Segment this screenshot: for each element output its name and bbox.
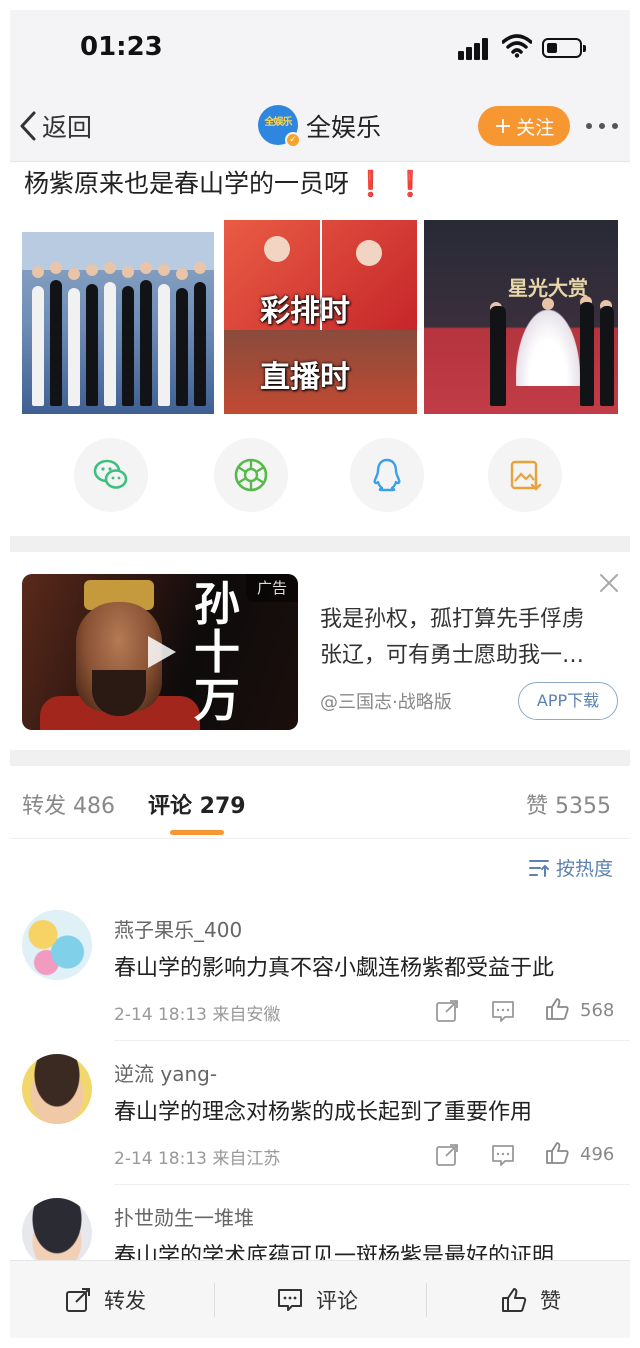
- comment-divider: [114, 1184, 630, 1185]
- post-photo-1[interactable]: [22, 232, 214, 414]
- like-count: 568: [580, 1000, 615, 1021]
- save-image-icon: [510, 460, 542, 491]
- wifi-icon: [502, 34, 532, 58]
- avatar[interactable]: [22, 1198, 92, 1268]
- post-photo-2[interactable]: 彩排时 直播时: [224, 220, 417, 414]
- sort-by-hot-button[interactable]: 按热度: [528, 854, 613, 881]
- photo-caption-live: 直播时: [260, 360, 350, 395]
- comment-text: 春山学的影响力真不容小觑连杨紫都受益于此: [114, 956, 555, 981]
- avatar[interactable]: [22, 1054, 92, 1124]
- reply-comment-icon[interactable]: [490, 998, 516, 1024]
- qq-penguin-icon: [373, 458, 401, 492]
- tab-like[interactable]: 赞 5355: [526, 788, 611, 820]
- app-download-button[interactable]: APP下载: [518, 682, 618, 720]
- repost-icon: [66, 1288, 90, 1312]
- moments-shutter-icon: [234, 458, 268, 492]
- verified-badge-icon: ✓: [285, 132, 301, 148]
- back-button[interactable]: 返回: [18, 106, 92, 146]
- thumbs-up-icon: [502, 1288, 527, 1312]
- bottom-divider: [214, 1283, 215, 1317]
- ad-text-line-2: 张辽，可有勇士愿助我一…: [320, 643, 585, 668]
- comment-label: 评论: [316, 1289, 358, 1313]
- ad-description[interactable]: 我是孙权，孤打算先手俘虏 张辽，可有勇士愿助我一…: [320, 602, 620, 674]
- close-icon[interactable]: [598, 572, 620, 594]
- comment-meta: 2-14 18:13 来自安徽: [114, 1005, 281, 1025]
- cellular-signal-icon: [458, 38, 492, 60]
- share-comment-icon[interactable]: [434, 998, 460, 1024]
- ad-text-line-1: 我是孙权，孤打算先手俘虏: [320, 607, 585, 632]
- section-separator: [10, 536, 630, 552]
- status-bar: 01:23: [10, 10, 630, 90]
- repost-button[interactable]: 转发: [64, 1261, 146, 1338]
- post-body: 杨紫原来也是春山学的一员呀: [24, 169, 350, 198]
- tabs-divider: [10, 838, 630, 839]
- wechat-icon: [93, 459, 128, 489]
- status-time: 01:23: [80, 32, 163, 62]
- like-count: 496: [580, 1144, 615, 1165]
- like-label: 赞: [540, 1289, 561, 1313]
- more-options-button[interactable]: [582, 123, 622, 131]
- post-text: 杨紫原来也是春山学的一员呀 ❗ ❗: [24, 164, 426, 200]
- top-nav-bar: 返回 全娱乐 ✓ 全娱乐 + 关注: [10, 90, 630, 162]
- play-icon: [148, 636, 176, 668]
- active-tab-indicator: [170, 830, 224, 835]
- reply-comment-icon[interactable]: [490, 1142, 516, 1168]
- section-separator: [10, 750, 630, 766]
- back-label: 返回: [42, 113, 93, 142]
- follow-button[interactable]: + 关注: [478, 106, 570, 146]
- tab-repost[interactable]: 转发 486: [22, 788, 115, 820]
- battery-icon: [542, 38, 586, 58]
- bottom-action-bar: 转发 评论 赞: [10, 1260, 630, 1338]
- photo-caption-rehearsal: 彩排时: [260, 294, 350, 329]
- account-avatar-logo: 全娱乐: [264, 117, 293, 128]
- share-qq-button[interactable]: [350, 438, 424, 512]
- ad-tag: 广告: [246, 574, 298, 602]
- comment-author[interactable]: 扑世勋生一堆堆: [114, 1202, 254, 1231]
- comment-divider: [114, 1040, 630, 1041]
- account-name[interactable]: 全娱乐: [306, 108, 381, 144]
- like-icon[interactable]: [544, 996, 570, 1022]
- chevron-left-icon: [20, 111, 36, 141]
- sort-label: 按热度: [556, 858, 614, 880]
- like-icon[interactable]: [544, 1140, 570, 1166]
- like-button[interactable]: 赞: [500, 1261, 561, 1338]
- comment-text: 春山学的理念对杨紫的成长起到了重要作用: [114, 1100, 533, 1125]
- repost-label: 转发: [104, 1289, 146, 1313]
- comment-button[interactable]: 评论: [276, 1261, 358, 1338]
- tab-comment[interactable]: 评论 279: [148, 788, 246, 820]
- share-moments-button[interactable]: [214, 438, 288, 512]
- share-wechat-button[interactable]: [74, 438, 148, 512]
- save-image-button[interactable]: [488, 438, 562, 512]
- exclamation-emoji: ❗ ❗: [355, 169, 426, 198]
- ad-image[interactable]: 孙十万 广告: [22, 574, 298, 730]
- follow-label: 关注: [516, 116, 555, 139]
- post-photo-3[interactable]: 星光大赏: [424, 220, 618, 414]
- account-avatar[interactable]: 全娱乐 ✓: [258, 105, 301, 148]
- avatar[interactable]: [22, 910, 92, 980]
- app-screen: 01:23 返回 全娱乐 ✓ 全娱乐 + 关注 杨紫原来也是春山学的一员呀 ❗ ❗: [10, 10, 630, 1338]
- bottom-divider: [426, 1283, 427, 1317]
- comment-author[interactable]: 逆流 yang-: [114, 1058, 217, 1087]
- plus-icon: +: [493, 113, 513, 139]
- comment-meta: 2-14 18:13 来自江苏: [114, 1149, 281, 1169]
- sort-icon: [529, 859, 549, 877]
- photo-event-title: 星光大赏: [508, 276, 588, 300]
- share-comment-icon[interactable]: [434, 1142, 460, 1168]
- comment-author[interactable]: 燕子果乐_400: [114, 914, 242, 943]
- ad-source[interactable]: @三国志·战略版: [320, 688, 452, 714]
- comment-icon: [278, 1289, 302, 1311]
